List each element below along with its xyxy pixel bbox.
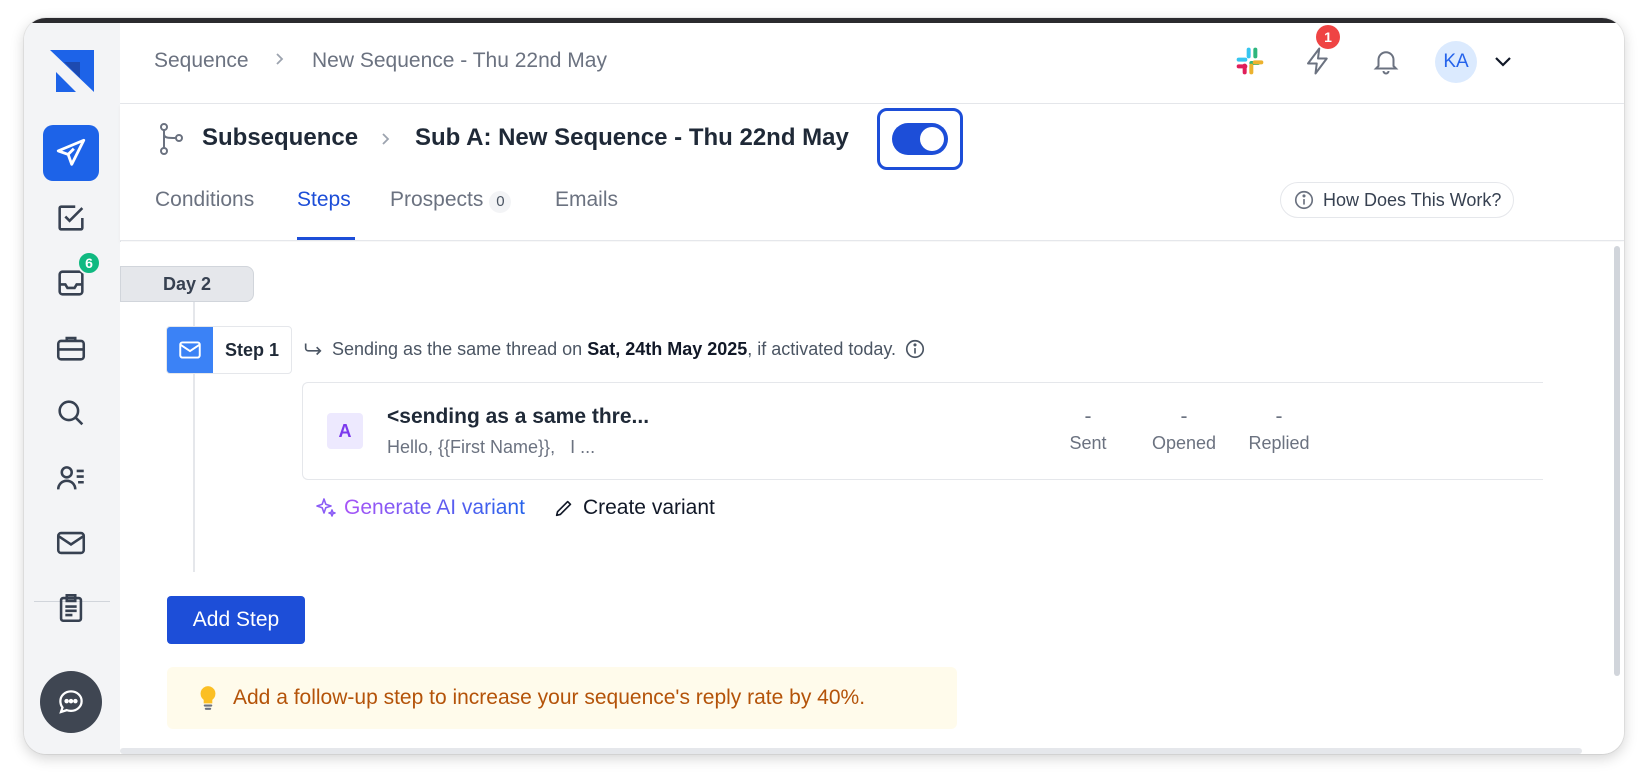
steps-content: Day 2 Step 1 Sending as the same thread …: [120, 242, 1624, 754]
chevron-right-icon: [382, 133, 390, 145]
breadcrumb-sequence[interactable]: Sequence: [154, 49, 249, 73]
breadcrumb-sequence-name[interactable]: New Sequence - Thu 22nd May: [312, 49, 607, 73]
activity-badge: 1: [1316, 25, 1340, 49]
nav-search[interactable]: [43, 385, 99, 441]
stat-replied: - Replied: [1234, 405, 1324, 454]
nav-tasks[interactable]: [43, 190, 99, 246]
stat-replied-value: -: [1275, 405, 1283, 428]
info-icon[interactable]: [904, 338, 926, 360]
thread-info: Sending as the same thread on Sat, 24th …: [302, 338, 926, 360]
variant-label: A: [327, 413, 363, 449]
subsequence-active-toggle[interactable]: [892, 123, 948, 155]
help-label: How Does This Work?: [1323, 189, 1502, 210]
sparkles-icon: [316, 498, 336, 517]
mail-icon: [179, 341, 201, 359]
stat-opened: - Opened: [1139, 405, 1229, 454]
pencil-icon: [555, 500, 572, 517]
branch-icon: [160, 123, 183, 155]
inbox-badge: 6: [77, 251, 101, 275]
app-window: 6 Sequence New Sequence - Thu 22nd May 1…: [24, 18, 1624, 754]
tab-prospects-label: Prospects: [390, 188, 484, 211]
step-mail-badge: [167, 327, 213, 373]
top-bar: Sequence New Sequence - Thu 22nd May 1 K…: [120, 23, 1624, 104]
email-subject: <sending as a same thre...: [387, 405, 650, 428]
generate-ai-variant-label: Generate AI variant: [344, 496, 525, 519]
subsequence-toggle-focus[interactable]: [877, 108, 963, 170]
toggle-knob: [920, 127, 944, 151]
nav-sequences[interactable]: [43, 125, 99, 181]
nav-inbox[interactable]: 6: [43, 251, 101, 311]
tip-text: Add a follow-up step to increase your se…: [233, 686, 866, 709]
clipboard-icon: [59, 593, 83, 623]
thread-info-prefix: Sending as the same thread on: [332, 338, 583, 359]
email-preview: Hello, {{First Name}}, I ...: [387, 437, 596, 457]
lightning-icon: [1307, 47, 1328, 75]
chevron-right-icon: [276, 53, 284, 65]
nav-deals[interactable]: [43, 320, 99, 376]
subsequence-name: Sub A: New Sequence - Thu 22nd May: [415, 124, 849, 151]
subsequence-label[interactable]: Subsequence: [202, 124, 358, 152]
stat-replied-label: Replied: [1248, 433, 1310, 453]
info-icon: [1294, 190, 1314, 210]
reply-arrow-icon: [304, 343, 322, 356]
create-variant-link[interactable]: Create variant: [553, 496, 715, 520]
slack-icon: [1236, 47, 1264, 75]
horizontal-scrollbar[interactable]: [120, 748, 1582, 754]
nav-email[interactable]: [43, 515, 99, 571]
paper-plane-icon: [56, 138, 86, 166]
tab-conditions[interactable]: Conditions: [155, 188, 254, 212]
how-does-this-work-button[interactable]: How Does This Work?: [1280, 182, 1514, 218]
stat-sent-label: Sent: [1069, 433, 1107, 453]
bell-icon: [1373, 51, 1399, 75]
tab-emails[interactable]: Emails: [555, 188, 618, 212]
user-list-icon: [56, 466, 84, 490]
chat-support-button[interactable]: [40, 671, 102, 733]
step-label: Step 1: [225, 339, 280, 360]
stat-sent-value: -: [1084, 405, 1092, 428]
subsequence-header: Subsequence Sub A: New Sequence - Thu 22…: [120, 104, 1624, 241]
app-logo-icon[interactable]: [46, 46, 98, 96]
notifications-button[interactable]: [1368, 43, 1404, 79]
checkbox-icon: [58, 205, 84, 231]
prospects-count: 0: [489, 191, 512, 213]
briefcase-icon: [56, 336, 86, 361]
generate-ai-variant-link[interactable]: Generate AI variant: [314, 496, 525, 520]
follow-up-tip: Add a follow-up step to increase your se…: [167, 667, 957, 729]
step-chip[interactable]: Step 1: [166, 326, 293, 374]
stat-opened-label: Opened: [1151, 433, 1217, 453]
tab-prospects[interactable]: Prospects 0: [390, 188, 512, 213]
thread-info-date: Sat, 24th May 2025: [587, 338, 748, 359]
day-label: Day 2: [120, 266, 254, 302]
chevron-down-icon[interactable]: [1492, 53, 1514, 71]
variant-actions: Generate AI variant Create variant: [314, 496, 715, 520]
user-avatar[interactable]: KA: [1435, 41, 1477, 83]
slack-button[interactable]: [1232, 43, 1268, 79]
email-variant-card[interactable]: A <sending as a same thre... Hello, {{Fi…: [302, 382, 1543, 480]
search-icon: [58, 400, 84, 426]
thread-info-suffix: , if activated today.: [747, 338, 897, 359]
active-tab-indicator: [297, 237, 355, 240]
stat-sent: - Sent: [1043, 405, 1133, 454]
stat-opened-value: -: [1180, 405, 1188, 428]
vertical-scrollbar[interactable]: [1614, 246, 1620, 676]
nav-templates[interactable]: [43, 580, 99, 636]
chat-bubble-icon: [59, 690, 83, 714]
tab-steps[interactable]: Steps: [297, 188, 351, 212]
lightbulb-icon: [200, 686, 216, 710]
add-step-button[interactable]: Add Step: [167, 596, 305, 644]
mail-icon: [56, 531, 86, 555]
nav-prospects[interactable]: [43, 450, 99, 506]
sidebar: 6: [24, 18, 121, 754]
create-variant-label: Create variant: [582, 496, 715, 519]
